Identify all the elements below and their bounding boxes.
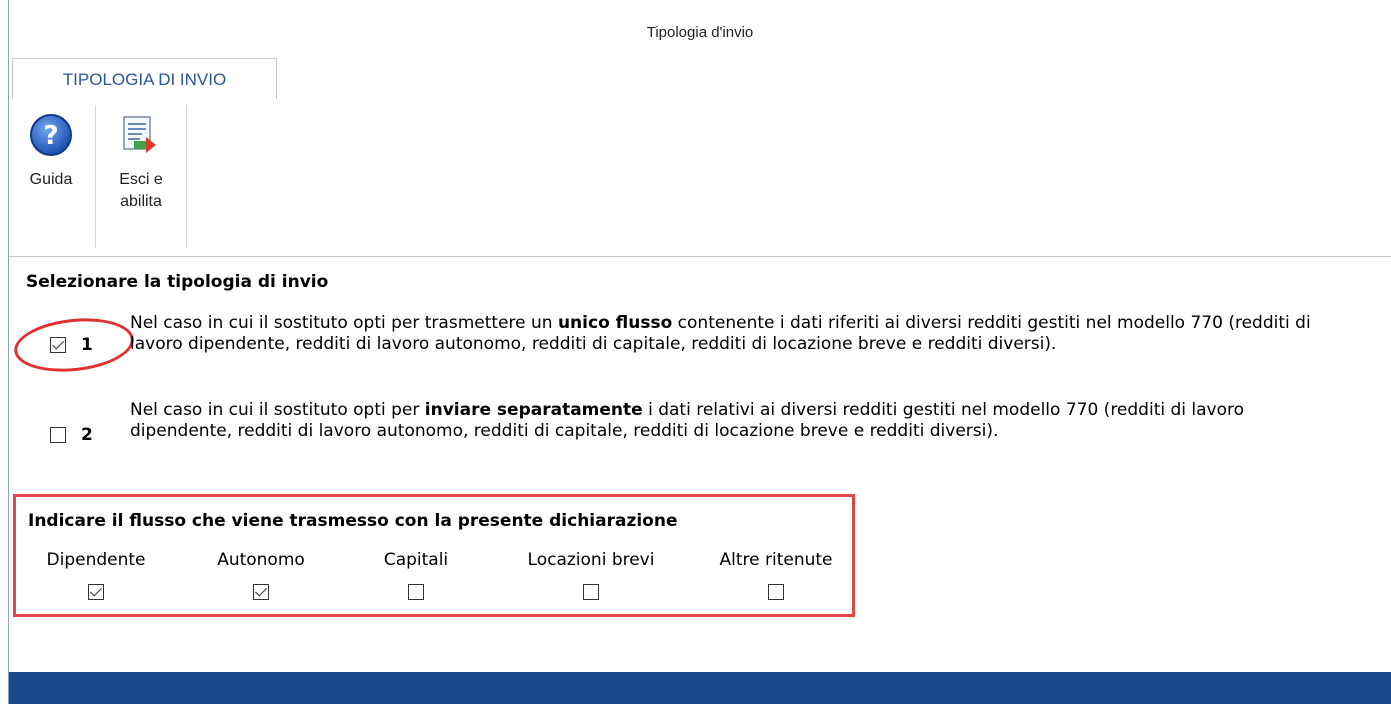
exit-enable-label: Esci e abilita [119, 171, 163, 210]
window-title: Tipologia d'invio [646, 24, 754, 41]
highlight-circle [11, 312, 137, 378]
flow-column-autonomo: Autonomo [201, 550, 321, 604]
flow-label-locazioni-brevi: Locazioni brevi [527, 550, 655, 570]
option-1-checkbox[interactable] [50, 337, 66, 353]
option-2-description: Nel caso in cui il sostituto opti per in… [130, 400, 1245, 441]
flow-column-capitali: Capitali [356, 550, 476, 604]
flow-checkbox-locazioni-brevi[interactable] [583, 584, 599, 600]
option-1-description: Nel caso in cui il sostituto opti per tr… [130, 313, 1311, 354]
flow-checkbox-dipendente[interactable] [88, 584, 104, 600]
status-bar [9, 672, 1391, 704]
flow-label-dipendente: Dipendente [46, 550, 146, 570]
ribbon-toolbar: ? Guida Esci e abilita [9, 99, 1391, 257]
flow-column-altre-ritenute: Altre ritenute [706, 550, 846, 604]
help-circle-icon: ? [29, 113, 73, 157]
exit-enable-icon [118, 113, 162, 157]
app-window: Tipologia d'invio TIPOLOGIA DI INVIO ? G [8, 0, 1391, 704]
help-label: Guida [29, 171, 73, 188]
flow-column-locazioni-brevi: Locazioni brevi [511, 550, 671, 604]
flow-selection-box: Indicare il flusso che viene trasmesso c… [13, 494, 855, 617]
flow-label-capitali: Capitali [383, 550, 449, 570]
option-2-checkbox[interactable] [50, 427, 66, 443]
option-1-number: 1 [81, 335, 93, 355]
content-area: Selezionare la tipologia di invio 1 Nel … [9, 257, 1391, 672]
option-2-number: 2 [81, 425, 93, 445]
flow-checkbox-autonomo[interactable] [253, 584, 269, 600]
section-heading: Selezionare la tipologia di invio [26, 272, 329, 292]
tab-tipologia-di-invio[interactable]: TIPOLOGIA DI INVIO [12, 58, 277, 99]
ribbon-tabs: TIPOLOGIA DI INVIO [9, 58, 1391, 100]
svg-text:?: ? [43, 121, 58, 151]
flow-label-altre-ritenute: Altre ritenute [719, 550, 833, 570]
flow-checkbox-altre-ritenute[interactable] [768, 584, 784, 600]
flow-heading: Indicare il flusso che viene trasmesso c… [28, 511, 678, 531]
flow-column-dipendente: Dipendente [36, 550, 156, 604]
exit-enable-button[interactable]: Esci e abilita [95, 105, 187, 248]
flow-label-autonomo: Autonomo [217, 550, 305, 570]
flow-checkbox-capitali[interactable] [408, 584, 424, 600]
help-button[interactable]: ? Guida [9, 99, 93, 249]
